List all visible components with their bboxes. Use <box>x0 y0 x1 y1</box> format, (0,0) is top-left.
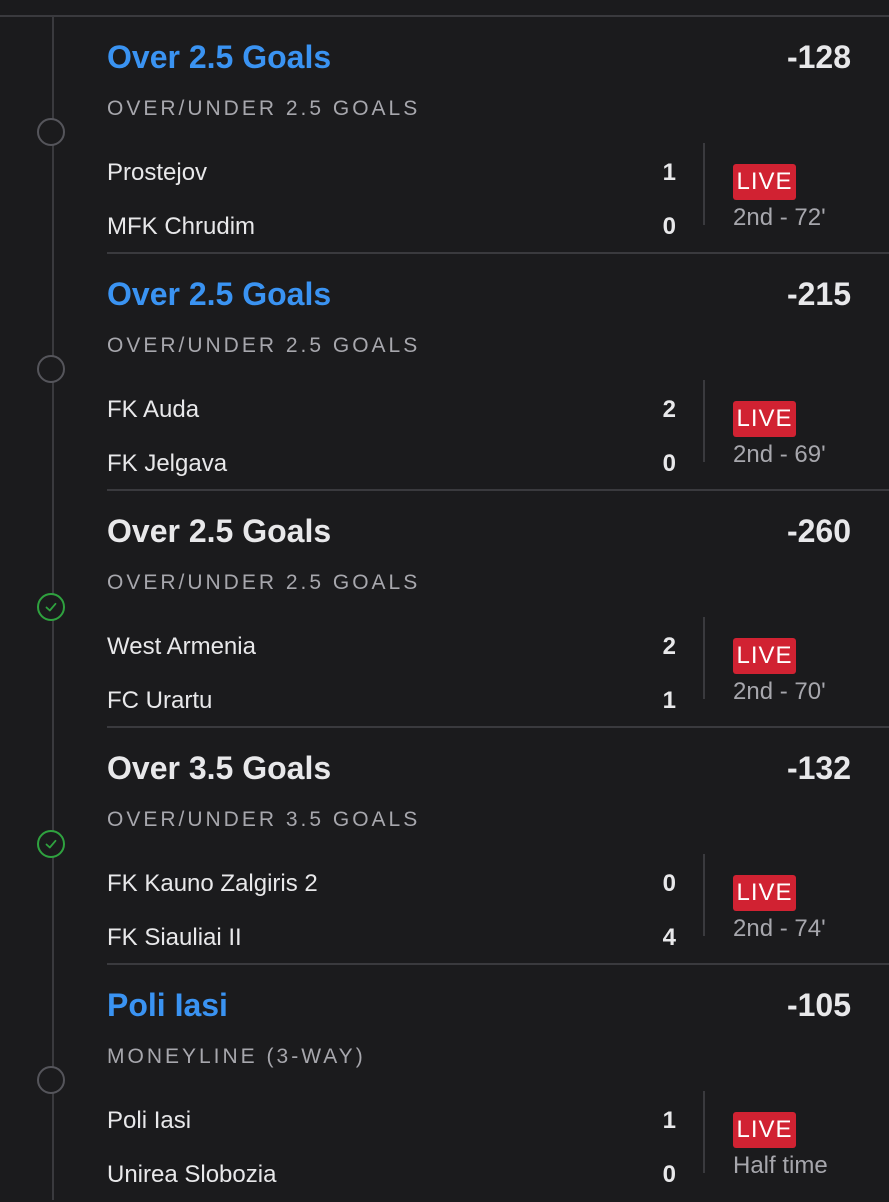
odds-value: -105 <box>786 987 851 1023</box>
home-score: 1 <box>662 1107 676 1134</box>
bet-leg[interactable]: Over 2.5 Goals -260 OVER/UNDER 2.5 GOALS… <box>0 491 889 728</box>
odds-value: -215 <box>786 276 851 312</box>
bet-leg[interactable]: Over 2.5 Goals -215 OVER/UNDER 2.5 GOALS… <box>0 254 889 491</box>
live-badge: LIVE <box>733 164 796 200</box>
home-team: Prostejov <box>107 159 208 186</box>
live-badge: LIVE <box>733 401 796 437</box>
home-team: FK Auda <box>107 396 200 423</box>
pending-circle-icon <box>37 1066 65 1094</box>
score-divider <box>703 380 705 462</box>
score-divider <box>703 617 705 699</box>
market-label: OVER/UNDER 3.5 GOALS <box>107 808 421 831</box>
away-score: 1 <box>662 687 676 714</box>
market-label: OVER/UNDER 2.5 GOALS <box>107 571 421 594</box>
live-badge: LIVE <box>733 638 796 674</box>
score-divider <box>703 854 705 936</box>
selection-title[interactable]: Over 3.5 Goals <box>107 750 331 787</box>
away-team: FK Jelgava <box>107 450 228 477</box>
match-status: 2nd - 72' <box>733 204 826 231</box>
match-status: 2nd - 70' <box>733 678 826 705</box>
score-divider <box>703 143 705 225</box>
odds-value: -128 <box>786 39 851 75</box>
live-badge: LIVE <box>733 1112 796 1148</box>
selection-title[interactable]: Over 2.5 Goals <box>107 39 331 76</box>
pending-circle-icon <box>37 118 65 146</box>
away-team: Unirea Slobozia <box>107 1161 277 1188</box>
home-team: Poli Iasi <box>107 1107 192 1134</box>
market-label: MONEYLINE (3-WAY) <box>107 1045 366 1068</box>
check-circle-icon <box>37 593 65 621</box>
match-status: Half time <box>733 1152 828 1179</box>
bet-leg[interactable]: Over 2.5 Goals -128 OVER/UNDER 2.5 GOALS… <box>0 17 889 254</box>
bet-leg[interactable]: Over 3.5 Goals -132 OVER/UNDER 3.5 GOALS… <box>0 728 889 965</box>
selection-title[interactable]: Over 2.5 Goals <box>107 276 331 313</box>
away-team: FC Urartu <box>107 687 213 714</box>
score-divider <box>703 1091 705 1173</box>
match-status: 2nd - 69' <box>733 441 826 468</box>
match-status: 2nd - 74' <box>733 915 826 942</box>
away-score: 0 <box>662 213 676 240</box>
away-team: MFK Chrudim <box>107 213 256 240</box>
home-score: 1 <box>662 159 676 186</box>
home-score: 2 <box>662 396 676 423</box>
selection-title[interactable]: Over 2.5 Goals <box>107 513 331 550</box>
home-score: 2 <box>662 633 676 660</box>
away-score: 0 <box>662 450 676 477</box>
live-badge: LIVE <box>733 875 796 911</box>
market-label: OVER/UNDER 2.5 GOALS <box>107 97 421 120</box>
selection-title[interactable]: Poli Iasi <box>107 987 228 1024</box>
market-label: OVER/UNDER 2.5 GOALS <box>107 334 421 357</box>
away-score: 4 <box>662 924 676 951</box>
away-team: FK Siauliai II <box>107 924 242 951</box>
home-team: West Armenia <box>107 633 256 660</box>
odds-value: -260 <box>786 513 851 549</box>
home-team: FK Kauno Zalgiris 2 <box>107 870 318 897</box>
away-score: 0 <box>662 1161 676 1188</box>
home-score: 0 <box>662 870 676 897</box>
odds-value: -132 <box>786 750 851 786</box>
pending-circle-icon <box>37 355 65 383</box>
check-circle-icon <box>37 830 65 858</box>
bet-leg[interactable]: Poli Iasi -105 MONEYLINE (3-WAY) Poli Ia… <box>0 965 889 1202</box>
